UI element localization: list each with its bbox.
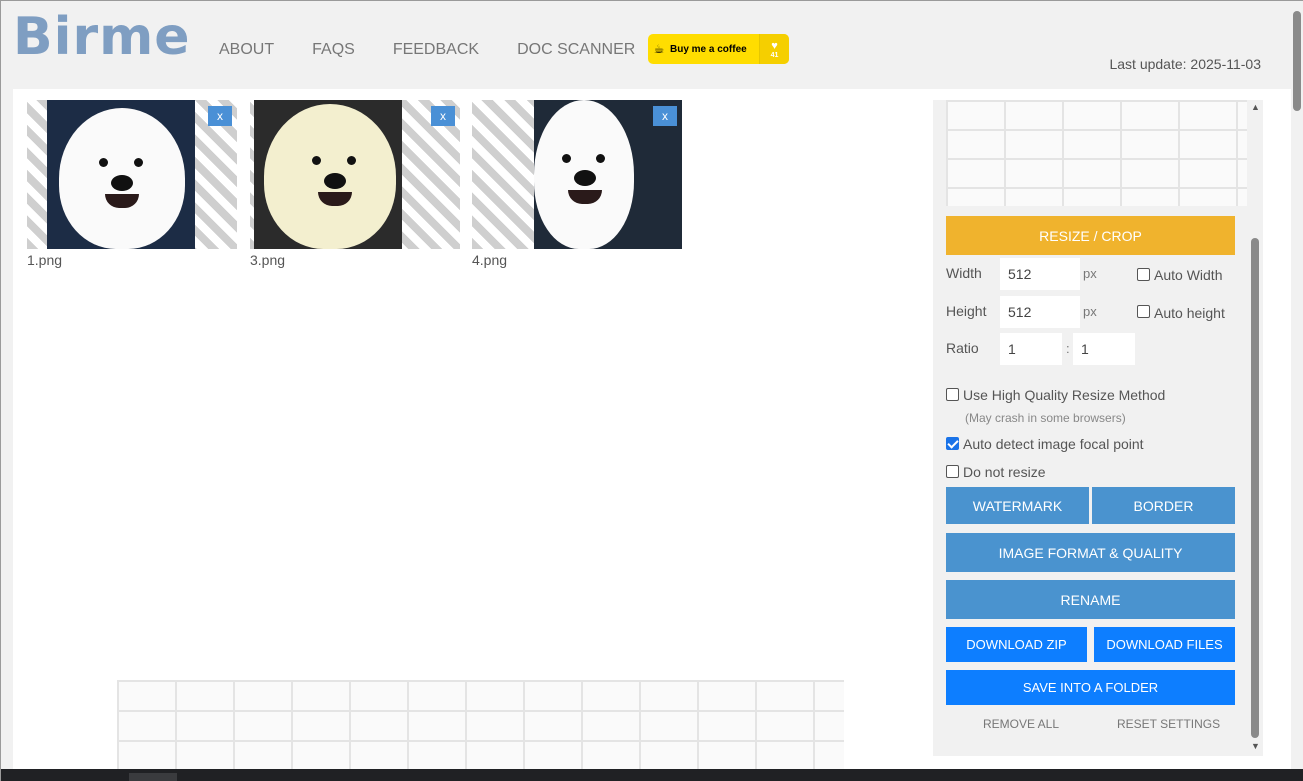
heart-icon: ♥ 41: [759, 34, 789, 64]
scroll-down-icon[interactable]: ▼: [1251, 741, 1260, 751]
settings-panel: RESIZE / CROP Width px Auto Width Height…: [933, 100, 1263, 756]
remove-all-link[interactable]: REMOVE ALL: [983, 717, 1059, 731]
remove-image-button[interactable]: x: [653, 106, 677, 126]
width-input[interactable]: [1000, 258, 1080, 290]
dog-photo: [47, 100, 195, 249]
coffee-label: Buy me a coffee: [670, 43, 747, 55]
width-unit: px: [1083, 266, 1097, 281]
main-nav: ABOUT FAQS FEEDBACK DOC SCANNER: [219, 41, 673, 59]
download-zip-button[interactable]: DOWNLOAD ZIP: [946, 627, 1087, 662]
do-not-resize-checkbox[interactable]: [946, 465, 959, 478]
image-thumbnail[interactable]: x: [250, 100, 460, 249]
browser-window: Birme ABOUT FAQS FEEDBACK DOC SCANNER ☕ …: [0, 0, 1303, 781]
hq-resize-note: (May crash in some browsers): [965, 411, 1126, 425]
auto-width-checkbox[interactable]: [1137, 268, 1150, 281]
height-unit: px: [1083, 304, 1097, 319]
panel-ad-placeholder: [946, 100, 1247, 206]
save-into-folder-button[interactable]: SAVE INTO A FOLDER: [946, 670, 1235, 705]
focal-point-checkbox[interactable]: [946, 437, 959, 450]
auto-height-label: Auto height: [1154, 305, 1225, 321]
dog-photo: [254, 100, 402, 249]
focal-point-label: Auto detect image focal point: [963, 436, 1144, 452]
image-thumbnail[interactable]: x: [472, 100, 682, 249]
nav-feedback[interactable]: FEEDBACK: [393, 41, 479, 59]
coffee-count: 41: [770, 51, 779, 59]
ratio-label: Ratio: [946, 340, 979, 356]
width-label: Width: [946, 265, 982, 281]
hq-resize-label: Use High Quality Resize Method: [963, 387, 1166, 403]
taskbar-item[interactable]: [129, 773, 177, 781]
nav-doc-scanner[interactable]: DOC SCANNER: [517, 41, 635, 59]
height-input[interactable]: [1000, 296, 1080, 328]
auto-height-checkbox[interactable]: [1137, 305, 1150, 318]
image-filename: 4.png: [472, 252, 508, 268]
birme-logo[interactable]: Birme: [13, 7, 191, 67]
image-filename: 3.png: [250, 252, 286, 268]
image-format-quality-button[interactable]: IMAGE FORMAT & QUALITY: [946, 533, 1235, 572]
ratio-separator: :: [1066, 341, 1070, 356]
height-label: Height: [946, 303, 987, 319]
coffee-cup-icon: ☕: [653, 42, 665, 56]
watermark-button[interactable]: WATERMARK: [946, 487, 1089, 524]
auto-width-label: Auto Width: [1154, 267, 1223, 283]
image-thumbnail[interactable]: x: [27, 100, 237, 249]
page-scrollbar-thumb[interactable]: [1293, 11, 1301, 111]
buy-me-a-coffee-button[interactable]: ☕ Buy me a coffee ♥ 41: [648, 34, 789, 64]
download-files-button[interactable]: DOWNLOAD FILES: [1094, 627, 1235, 662]
resize-crop-button[interactable]: RESIZE / CROP: [946, 216, 1235, 255]
page-scrollbar[interactable]: [1291, 1, 1303, 781]
do-not-resize-label: Do not resize: [963, 464, 1046, 480]
hq-resize-checkbox[interactable]: [946, 388, 959, 401]
site-header: Birme ABOUT FAQS FEEDBACK DOC SCANNER ☕ …: [1, 1, 1291, 81]
nav-about[interactable]: ABOUT: [219, 41, 274, 59]
last-update: Last update: 2025-11-03: [1109, 56, 1261, 72]
border-button[interactable]: BORDER: [1092, 487, 1235, 524]
ratio-height-input[interactable]: [1073, 333, 1135, 365]
reset-settings-link[interactable]: RESET SETTINGS: [1117, 717, 1220, 731]
rename-button[interactable]: RENAME: [946, 580, 1235, 619]
taskbar: [1, 769, 1303, 781]
nav-faqs[interactable]: FAQS: [312, 41, 355, 59]
scroll-up-icon[interactable]: ▲: [1251, 102, 1260, 112]
ad-placeholder: [117, 680, 844, 769]
ratio-width-input[interactable]: [1000, 333, 1062, 365]
image-filename: 1.png: [27, 252, 63, 268]
remove-image-button[interactable]: x: [431, 106, 455, 126]
remove-image-button[interactable]: x: [208, 106, 232, 126]
panel-scrollbar[interactable]: [1251, 238, 1259, 738]
